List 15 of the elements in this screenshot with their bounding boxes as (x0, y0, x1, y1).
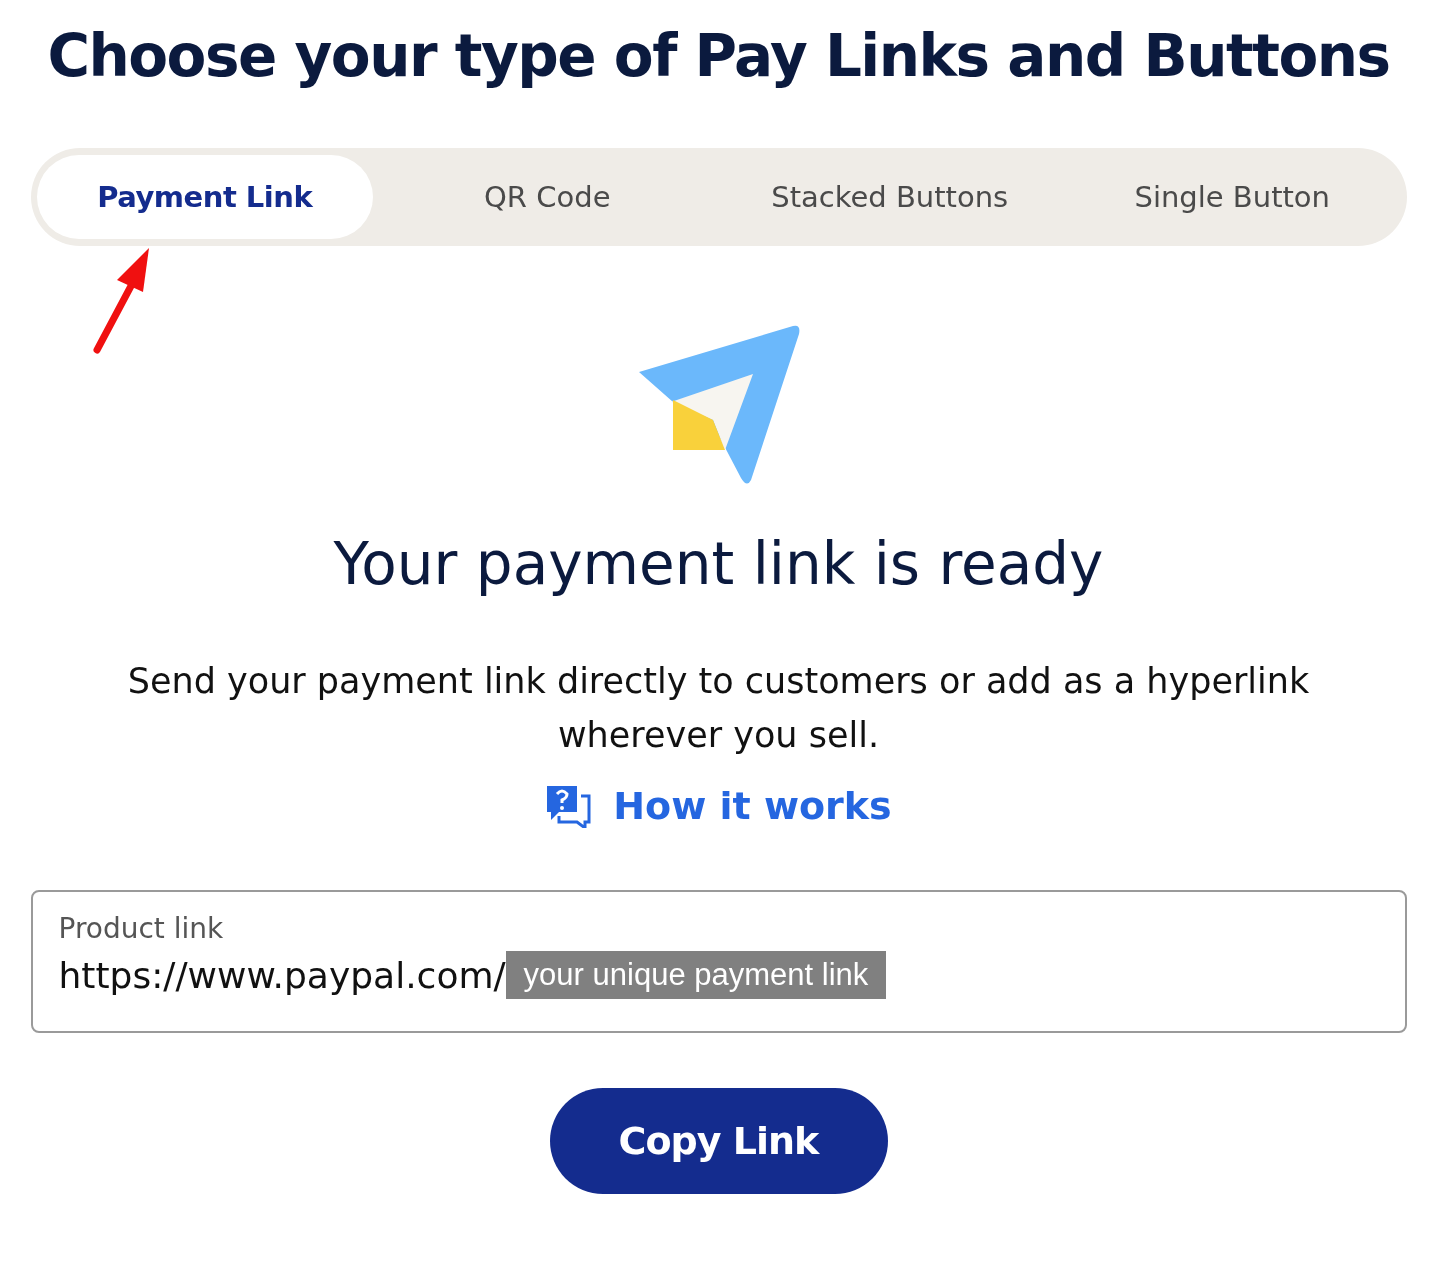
chat-question-icon (545, 784, 592, 828)
placeholder-overlay: your unique payment link (505, 951, 887, 999)
field-value: https://www.paypal.com/ (58, 954, 506, 996)
page-title: Choose your type of Pay Links and Buttons (47, 22, 1390, 90)
tab[interactable]: Payment Link (36, 155, 373, 239)
product-link-field[interactable]: Product link https://www.paypal.com/ your unique payment link (30, 890, 1407, 1033)
ready-heading: Your payment link is ready (333, 530, 1104, 598)
copy-link-button[interactable]: Copy Link (549, 1088, 888, 1194)
tab[interactable]: QR Code (379, 155, 716, 239)
field-label: Product link (58, 912, 225, 945)
link-label[interactable]: How it works (613, 784, 892, 828)
description-text: Send your payment link directly to customers or add as a hyperlink wherever you sell. (126, 660, 1311, 757)
how-it-works-link[interactable]: How it works (545, 784, 892, 828)
tab[interactable]: Stacked Buttons (721, 155, 1058, 239)
tab[interactable]: Single Button (1064, 155, 1401, 239)
